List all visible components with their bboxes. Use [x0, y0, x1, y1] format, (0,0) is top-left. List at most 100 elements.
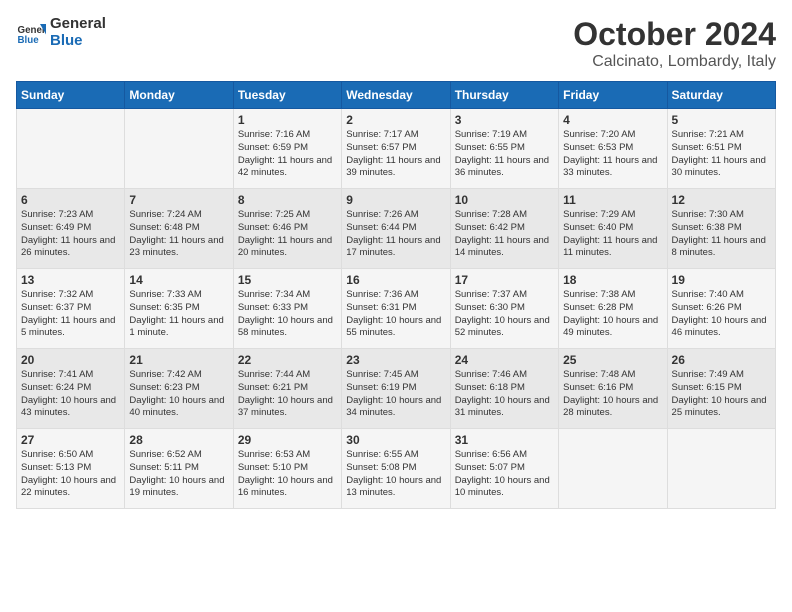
- cell-content-line: Sunset: 6:42 PM: [455, 222, 554, 235]
- cell-content-line: Daylight: 11 hours and 39 minutes.: [346, 155, 445, 181]
- calendar-cell: 4Sunrise: 7:20 AMSunset: 6:53 PMDaylight…: [559, 109, 667, 189]
- calendar-cell: 11Sunrise: 7:29 AMSunset: 6:40 PMDayligh…: [559, 189, 667, 269]
- calendar-cell: 28Sunrise: 6:52 AMSunset: 5:11 PMDayligh…: [125, 429, 233, 509]
- cell-content-line: Sunrise: 7:42 AM: [129, 369, 228, 382]
- cell-content-line: Sunset: 6:51 PM: [672, 142, 771, 155]
- day-number: 27: [21, 433, 120, 447]
- header-saturday: Saturday: [667, 82, 775, 109]
- header-thursday: Thursday: [450, 82, 558, 109]
- cell-content-line: Sunrise: 7:24 AM: [129, 209, 228, 222]
- cell-content-line: Sunset: 5:11 PM: [129, 462, 228, 475]
- day-number: 14: [129, 273, 228, 287]
- cell-content-line: Sunrise: 7:40 AM: [672, 289, 771, 302]
- cell-content-line: Sunset: 5:08 PM: [346, 462, 445, 475]
- header-friday: Friday: [559, 82, 667, 109]
- cell-content-line: Sunset: 6:37 PM: [21, 302, 120, 315]
- cell-content-line: Daylight: 11 hours and 42 minutes.: [238, 155, 337, 181]
- cell-content-line: Sunrise: 6:50 AM: [21, 449, 120, 462]
- cell-content-line: Sunset: 5:10 PM: [238, 462, 337, 475]
- cell-content-line: Sunset: 6:49 PM: [21, 222, 120, 235]
- cell-content-line: Sunset: 6:30 PM: [455, 302, 554, 315]
- cell-content-line: Sunrise: 7:28 AM: [455, 209, 554, 222]
- calendar-cell: 6Sunrise: 7:23 AMSunset: 6:49 PMDaylight…: [17, 189, 125, 269]
- cell-content-line: Sunset: 6:19 PM: [346, 382, 445, 395]
- calendar-cell: 21Sunrise: 7:42 AMSunset: 6:23 PMDayligh…: [125, 349, 233, 429]
- calendar-week-row: 1Sunrise: 7:16 AMSunset: 6:59 PMDaylight…: [17, 109, 776, 189]
- cell-content-line: Sunrise: 7:46 AM: [455, 369, 554, 382]
- cell-content-line: Daylight: 10 hours and 46 minutes.: [672, 315, 771, 341]
- cell-content-line: Sunset: 6:38 PM: [672, 222, 771, 235]
- day-number: 25: [563, 353, 662, 367]
- cell-content-line: Daylight: 10 hours and 13 minutes.: [346, 475, 445, 501]
- cell-content-line: Sunrise: 6:55 AM: [346, 449, 445, 462]
- cell-content-line: Daylight: 11 hours and 20 minutes.: [238, 235, 337, 261]
- cell-content-line: Sunset: 6:31 PM: [346, 302, 445, 315]
- cell-content-line: Sunrise: 7:25 AM: [238, 209, 337, 222]
- calendar-cell: [667, 429, 775, 509]
- header-monday: Monday: [125, 82, 233, 109]
- cell-content-line: Daylight: 11 hours and 5 minutes.: [21, 315, 120, 341]
- day-number: 10: [455, 193, 554, 207]
- cell-content-line: Sunrise: 7:17 AM: [346, 129, 445, 142]
- location-subtitle: Calcinato, Lombardy, Italy: [573, 53, 776, 71]
- day-number: 23: [346, 353, 445, 367]
- cell-content-line: Sunrise: 7:30 AM: [672, 209, 771, 222]
- calendar-header: Sunday Monday Tuesday Wednesday Thursday…: [17, 82, 776, 109]
- calendar-cell: 27Sunrise: 6:50 AMSunset: 5:13 PMDayligh…: [17, 429, 125, 509]
- day-number: 1: [238, 113, 337, 127]
- svg-text:Blue: Blue: [18, 34, 40, 45]
- cell-content-line: Sunset: 5:07 PM: [455, 462, 554, 475]
- calendar-cell: 14Sunrise: 7:33 AMSunset: 6:35 PMDayligh…: [125, 269, 233, 349]
- cell-content-line: Daylight: 10 hours and 31 minutes.: [455, 395, 554, 421]
- cell-content-line: Sunrise: 7:37 AM: [455, 289, 554, 302]
- logo-icon: General Blue: [16, 18, 46, 48]
- cell-content-line: Sunrise: 7:29 AM: [563, 209, 662, 222]
- calendar-cell: 26Sunrise: 7:49 AMSunset: 6:15 PMDayligh…: [667, 349, 775, 429]
- month-year-title: October 2024: [573, 16, 776, 53]
- calendar-cell: 10Sunrise: 7:28 AMSunset: 6:42 PMDayligh…: [450, 189, 558, 269]
- cell-content-line: Sunrise: 7:44 AM: [238, 369, 337, 382]
- cell-content-line: Daylight: 10 hours and 40 minutes.: [129, 395, 228, 421]
- calendar-cell: 20Sunrise: 7:41 AMSunset: 6:24 PMDayligh…: [17, 349, 125, 429]
- cell-content-line: Daylight: 11 hours and 23 minutes.: [129, 235, 228, 261]
- cell-content-line: Sunset: 6:57 PM: [346, 142, 445, 155]
- cell-content-line: Daylight: 10 hours and 25 minutes.: [672, 395, 771, 421]
- cell-content-line: Sunrise: 7:41 AM: [21, 369, 120, 382]
- cell-content-line: Sunset: 6:59 PM: [238, 142, 337, 155]
- cell-content-line: Daylight: 11 hours and 30 minutes.: [672, 155, 771, 181]
- cell-content-line: Sunrise: 7:36 AM: [346, 289, 445, 302]
- day-number: 5: [672, 113, 771, 127]
- cell-content-line: Daylight: 10 hours and 55 minutes.: [346, 315, 445, 341]
- header-wednesday: Wednesday: [342, 82, 450, 109]
- day-number: 24: [455, 353, 554, 367]
- cell-content-line: Sunrise: 7:26 AM: [346, 209, 445, 222]
- calendar-week-row: 20Sunrise: 7:41 AMSunset: 6:24 PMDayligh…: [17, 349, 776, 429]
- cell-content-line: Daylight: 11 hours and 1 minute.: [129, 315, 228, 341]
- day-number: 12: [672, 193, 771, 207]
- day-number: 17: [455, 273, 554, 287]
- cell-content-line: Sunset: 6:24 PM: [21, 382, 120, 395]
- cell-content-line: Sunrise: 7:21 AM: [672, 129, 771, 142]
- cell-content-line: Sunrise: 7:49 AM: [672, 369, 771, 382]
- calendar-table: Sunday Monday Tuesday Wednesday Thursday…: [16, 81, 776, 509]
- calendar-week-row: 27Sunrise: 6:50 AMSunset: 5:13 PMDayligh…: [17, 429, 776, 509]
- cell-content-line: Sunset: 6:18 PM: [455, 382, 554, 395]
- cell-content-line: Daylight: 11 hours and 17 minutes.: [346, 235, 445, 261]
- calendar-body: 1Sunrise: 7:16 AMSunset: 6:59 PMDaylight…: [17, 109, 776, 509]
- logo-blue: Blue: [50, 33, 106, 50]
- page-header: General Blue General Blue October 2024 C…: [16, 16, 776, 71]
- calendar-cell: [125, 109, 233, 189]
- cell-content-line: Daylight: 10 hours and 34 minutes.: [346, 395, 445, 421]
- cell-content-line: Sunset: 6:16 PM: [563, 382, 662, 395]
- cell-content-line: Sunset: 6:26 PM: [672, 302, 771, 315]
- calendar-cell: 9Sunrise: 7:26 AMSunset: 6:44 PMDaylight…: [342, 189, 450, 269]
- cell-content-line: Daylight: 10 hours and 16 minutes.: [238, 475, 337, 501]
- cell-content-line: Daylight: 10 hours and 10 minutes.: [455, 475, 554, 501]
- cell-content-line: Sunset: 6:44 PM: [346, 222, 445, 235]
- cell-content-line: Daylight: 10 hours and 49 minutes.: [563, 315, 662, 341]
- cell-content-line: Sunset: 6:53 PM: [563, 142, 662, 155]
- day-number: 29: [238, 433, 337, 447]
- day-number: 4: [563, 113, 662, 127]
- day-number: 21: [129, 353, 228, 367]
- cell-content-line: Daylight: 11 hours and 33 minutes.: [563, 155, 662, 181]
